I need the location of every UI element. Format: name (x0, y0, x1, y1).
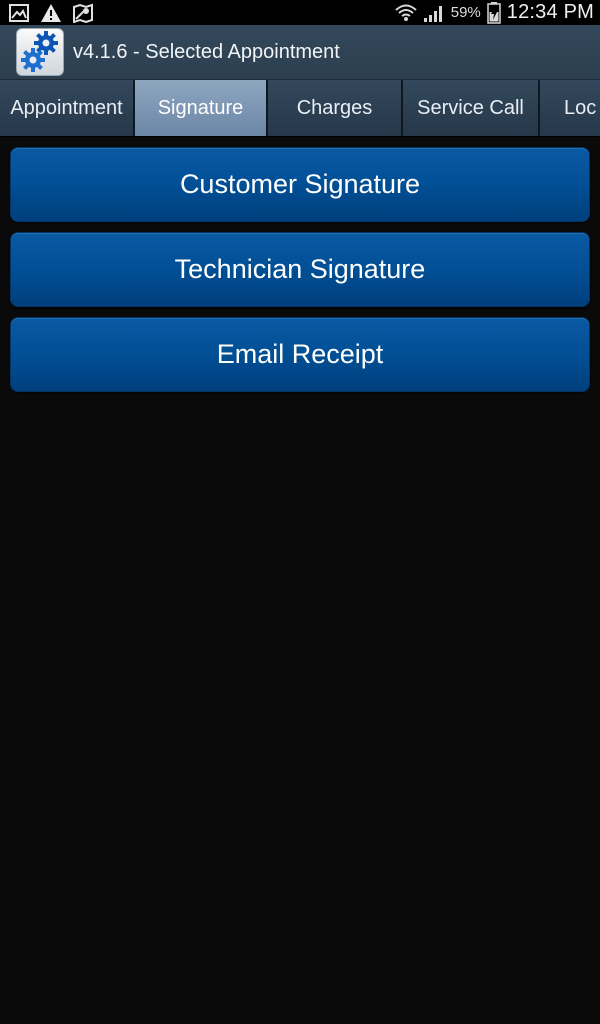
email-receipt-button[interactable]: Email Receipt (10, 317, 590, 392)
wifi-icon (395, 4, 417, 21)
signature-actions: Customer Signature Technician Signature … (10, 147, 590, 402)
customer-signature-button[interactable]: Customer Signature (10, 147, 590, 222)
warning-icon (41, 3, 61, 22)
gallery-icon (9, 3, 29, 22)
gears-icon[interactable] (16, 28, 64, 76)
signal-icon (423, 5, 442, 22)
tab-appointment[interactable]: Appointment (0, 80, 135, 136)
status-right-icons: 59% 12:34 PM (395, 1, 594, 24)
status-left-icons (8, 3, 94, 23)
action-bar: v4.1.6 - Selected Appointment (0, 25, 600, 80)
status-bar: 59% 12:34 PM (0, 0, 600, 25)
tab-charges[interactable]: Charges (268, 80, 403, 136)
tab-signature[interactable]: Signature (135, 80, 268, 136)
app-title: v4.1.6 - Selected Appointment (73, 40, 340, 63)
battery-icon (487, 1, 501, 24)
clock: 12:34 PM (506, 1, 594, 23)
tab-bar: Appointment Signature Charges Service Ca… (0, 80, 600, 137)
tab-location[interactable]: Loc (540, 80, 600, 136)
battery-percent: 59% (450, 4, 481, 21)
screen: 59% 12:34 PM v4.1.6 - Selected Appointme… (0, 0, 600, 1024)
maps-icon (73, 3, 93, 23)
tab-service-call[interactable]: Service Call (403, 80, 540, 136)
technician-signature-button[interactable]: Technician Signature (10, 232, 590, 307)
